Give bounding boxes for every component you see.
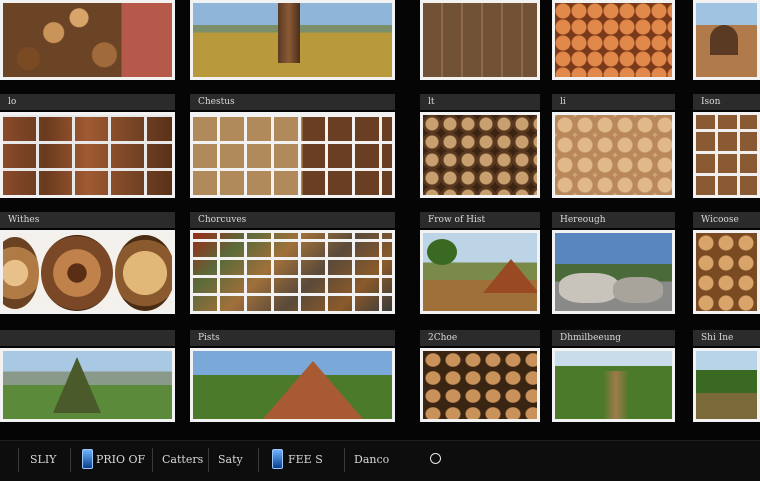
image-tile[interactable]: Shi Ine [693,330,760,422]
taskbar-item-prio-of[interactable]: PRIO OF [96,451,145,469]
thumbnail-image[interactable] [552,0,675,80]
image-tile[interactable] [190,0,395,80]
taskbar-item-sliy[interactable]: SLIY [30,451,56,469]
tile-title: Dhmilbeeung [552,330,675,346]
image-tile[interactable] [552,0,675,80]
image-tile[interactable]: Frow of Hist [420,212,540,314]
image-tile[interactable] [420,0,540,80]
image-tile[interactable]: Hereough [552,212,675,314]
tile-title: Shi Ine [693,330,760,346]
image-tile[interactable] [0,0,175,80]
thumbnail-image[interactable] [693,0,760,80]
thumbnail-image[interactable] [420,112,540,198]
image-tile[interactable]: Wicoose [693,212,760,314]
phone-icon[interactable] [82,449,93,469]
taskbar-divider [208,448,209,472]
image-tile[interactable]: Chestus [190,94,395,198]
thumbnail-image[interactable] [190,230,395,314]
tile-title: Chorcuves [190,212,395,228]
thumbnail-image[interactable] [0,112,175,198]
image-tile[interactable]: Pists [190,330,395,422]
image-tile[interactable]: Withes [0,212,175,314]
thumbnail-image[interactable] [0,0,175,80]
thumbnail-image[interactable] [552,112,675,198]
image-tile[interactable]: li [552,94,675,198]
tile-title: 2Choe [420,330,540,346]
image-tile[interactable] [0,330,175,422]
taskbar-divider [18,448,19,472]
thumbnail-image[interactable] [420,230,540,314]
image-tile[interactable]: 2Choe [420,330,540,422]
taskbar-item-saty[interactable]: Saty [218,451,243,469]
tile-title: Withes [0,212,175,228]
tile-title: lo [0,94,175,110]
phone-icon[interactable] [272,449,283,469]
thumbnail-image[interactable] [420,348,540,422]
tile-title: Hereough [552,212,675,228]
taskbar: SLIY PRIO OF Catters Saty FEE S Danco [0,440,760,481]
tile-title: lt [420,94,540,110]
taskbar-divider [258,448,259,472]
thumbnail-image[interactable] [552,230,675,314]
taskbar-item-fee-s[interactable]: FEE S [288,451,323,469]
thumbnail-image[interactable] [693,230,760,314]
image-tile[interactable]: lo [0,94,175,198]
image-tile[interactable]: lt [420,94,540,198]
thumbnail-image[interactable] [190,0,395,80]
image-tile[interactable] [693,0,760,80]
image-tile[interactable]: Chorcuves [190,212,395,314]
taskbar-divider [152,448,153,472]
tile-title: Frow of Hist [420,212,540,228]
thumbnail-image[interactable] [0,348,175,422]
tile-title: li [552,94,675,110]
tile-title [0,330,175,346]
taskbar-divider [344,448,345,472]
tile-title: Pists [190,330,395,346]
thumbnail-image[interactable] [693,112,760,198]
tile-title: Chestus [190,94,395,110]
circle-icon[interactable] [430,453,441,464]
image-tile[interactable]: Dhmilbeeung [552,330,675,422]
thumbnail-image[interactable] [552,348,675,422]
image-tile[interactable]: Ison [693,94,760,198]
tile-title: Wicoose [693,212,760,228]
taskbar-item-danco[interactable]: Danco [354,451,389,469]
tile-title: Ison [693,94,760,110]
thumbnail-image[interactable] [190,112,395,198]
image-grid: lo Chestus lt li Ison Withes Chorcuves F… [0,0,760,440]
thumbnail-image[interactable] [420,0,540,80]
thumbnail-image[interactable] [693,348,760,422]
thumbnail-image[interactable] [0,230,175,314]
thumbnail-image[interactable] [190,348,395,422]
taskbar-divider [70,448,71,472]
taskbar-item-catters[interactable]: Catters [162,451,203,469]
